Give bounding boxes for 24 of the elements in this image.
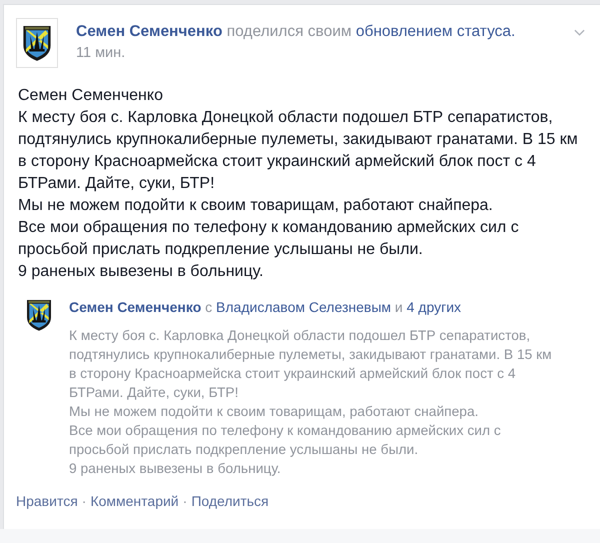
shield-icon [24,297,54,333]
status-link[interactable]: обновлением статуса. [356,23,516,40]
chevron-down-icon[interactable] [574,29,585,37]
author-link[interactable]: Семен Семенченко [76,23,222,40]
post-text: Мы не можем подойти к своим товарищам, работают снайпера. [69,403,480,421]
author-link[interactable]: Семен Семенченко [69,299,202,315]
post-text: 9 раненых вывезены в больницу. [18,262,264,282]
and-text: и [394,299,403,315]
tagged-link[interactable]: Владиславом Селезневым [216,299,392,315]
post-text: Мы не можем подойти к своим товарищам, работают снайпера. [18,196,494,216]
post-text: Все мои обращения по телефону к командованию армейских сил с просьбой прислать подкрепление услышаны не были. [69,422,502,459]
separator-dot: · [182,493,188,509]
others-link[interactable]: 4 других [406,299,462,315]
action-link[interactable]: Поделиться [191,493,269,509]
post-text: 9 раненых вывезены в больницу. [69,460,282,478]
with-text: с [205,299,212,315]
separator-dot: · [82,493,86,509]
action-link[interactable]: Нравится [16,493,78,509]
action-text: поделился своим [226,23,352,40]
post-text: К месту боя с. Карловка Донецкой области подошел БТР сепаратистов, подтянулись крупнокалиберные пулеметы, закидывают гранатами. В 15 км в сторону Красноармейска стоит украинский армейский блок пост с 4 БТРами. Дайте, суки, БТР! [18,108,579,194]
action-link[interactable]: Комментарий [90,493,179,509]
post-title: Семен Семенченко [18,86,164,106]
post-text: К месту боя с. Карловка Донецкой области подошел БТР сепаратистов, подтянулись крупнокалиберные пулеметы, закидывают гранатами. В 15 км в сторону Красноармейска стоит украинский армейский блок пост с 4 БТРами. Дайте, суки, БТР! [69,327,553,402]
post-text: Все мои обращения по телефону к командованию армейских сил с просьбой прислать подкрепление услышаны не были. [18,218,520,260]
